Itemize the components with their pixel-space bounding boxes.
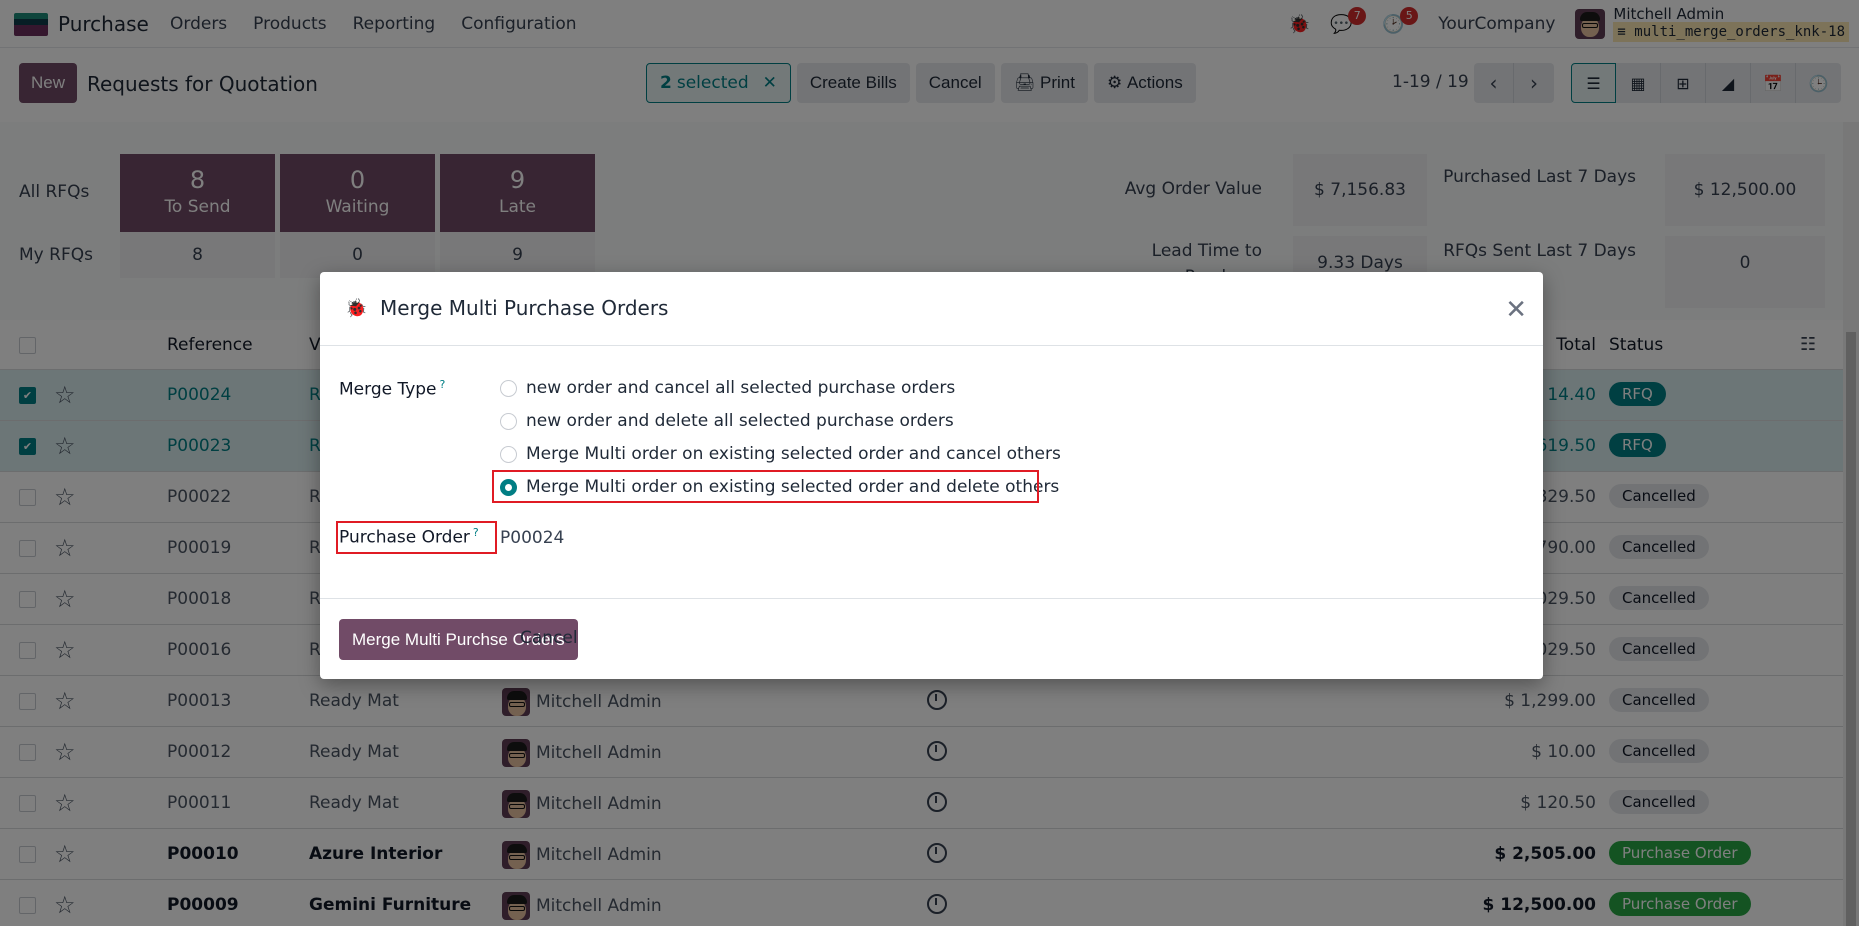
bug-icon: 🐞 bbox=[345, 298, 368, 319]
merge-type-option-3[interactable]: Merge Multi order on existing selected o… bbox=[500, 444, 1061, 464]
merge-type-option-2[interactable]: new order and delete all selected purcha… bbox=[500, 411, 954, 431]
dialog-title: Merge Multi Purchase Orders bbox=[380, 296, 669, 320]
merge-orders-dialog: 🐞 Merge Multi Purchase Orders ✕ Merge Ty… bbox=[320, 272, 1543, 679]
merge-type-label: Merge Type? bbox=[339, 378, 446, 400]
close-icon: ✕ bbox=[1505, 294, 1527, 324]
annotation-highlight-purchase-order bbox=[336, 521, 497, 554]
close-button[interactable]: ✕ bbox=[1505, 294, 1527, 325]
help-icon[interactable]: ? bbox=[440, 378, 446, 391]
annotation-highlight-merge-option bbox=[492, 470, 1039, 503]
radio-button[interactable] bbox=[500, 379, 517, 397]
dialog-footer: Merge Multi Purchse Orders Cancel bbox=[320, 598, 1543, 679]
dialog-header: 🐞 Merge Multi Purchase Orders ✕ bbox=[320, 272, 1543, 346]
radio-button[interactable] bbox=[500, 445, 517, 463]
merge-type-option-1[interactable]: new order and cancel all selected purcha… bbox=[500, 378, 955, 398]
radio-button[interactable] bbox=[500, 412, 517, 430]
cancel-button[interactable]: Cancel bbox=[520, 628, 578, 648]
purchase-order-field[interactable]: P00024 bbox=[500, 528, 564, 548]
